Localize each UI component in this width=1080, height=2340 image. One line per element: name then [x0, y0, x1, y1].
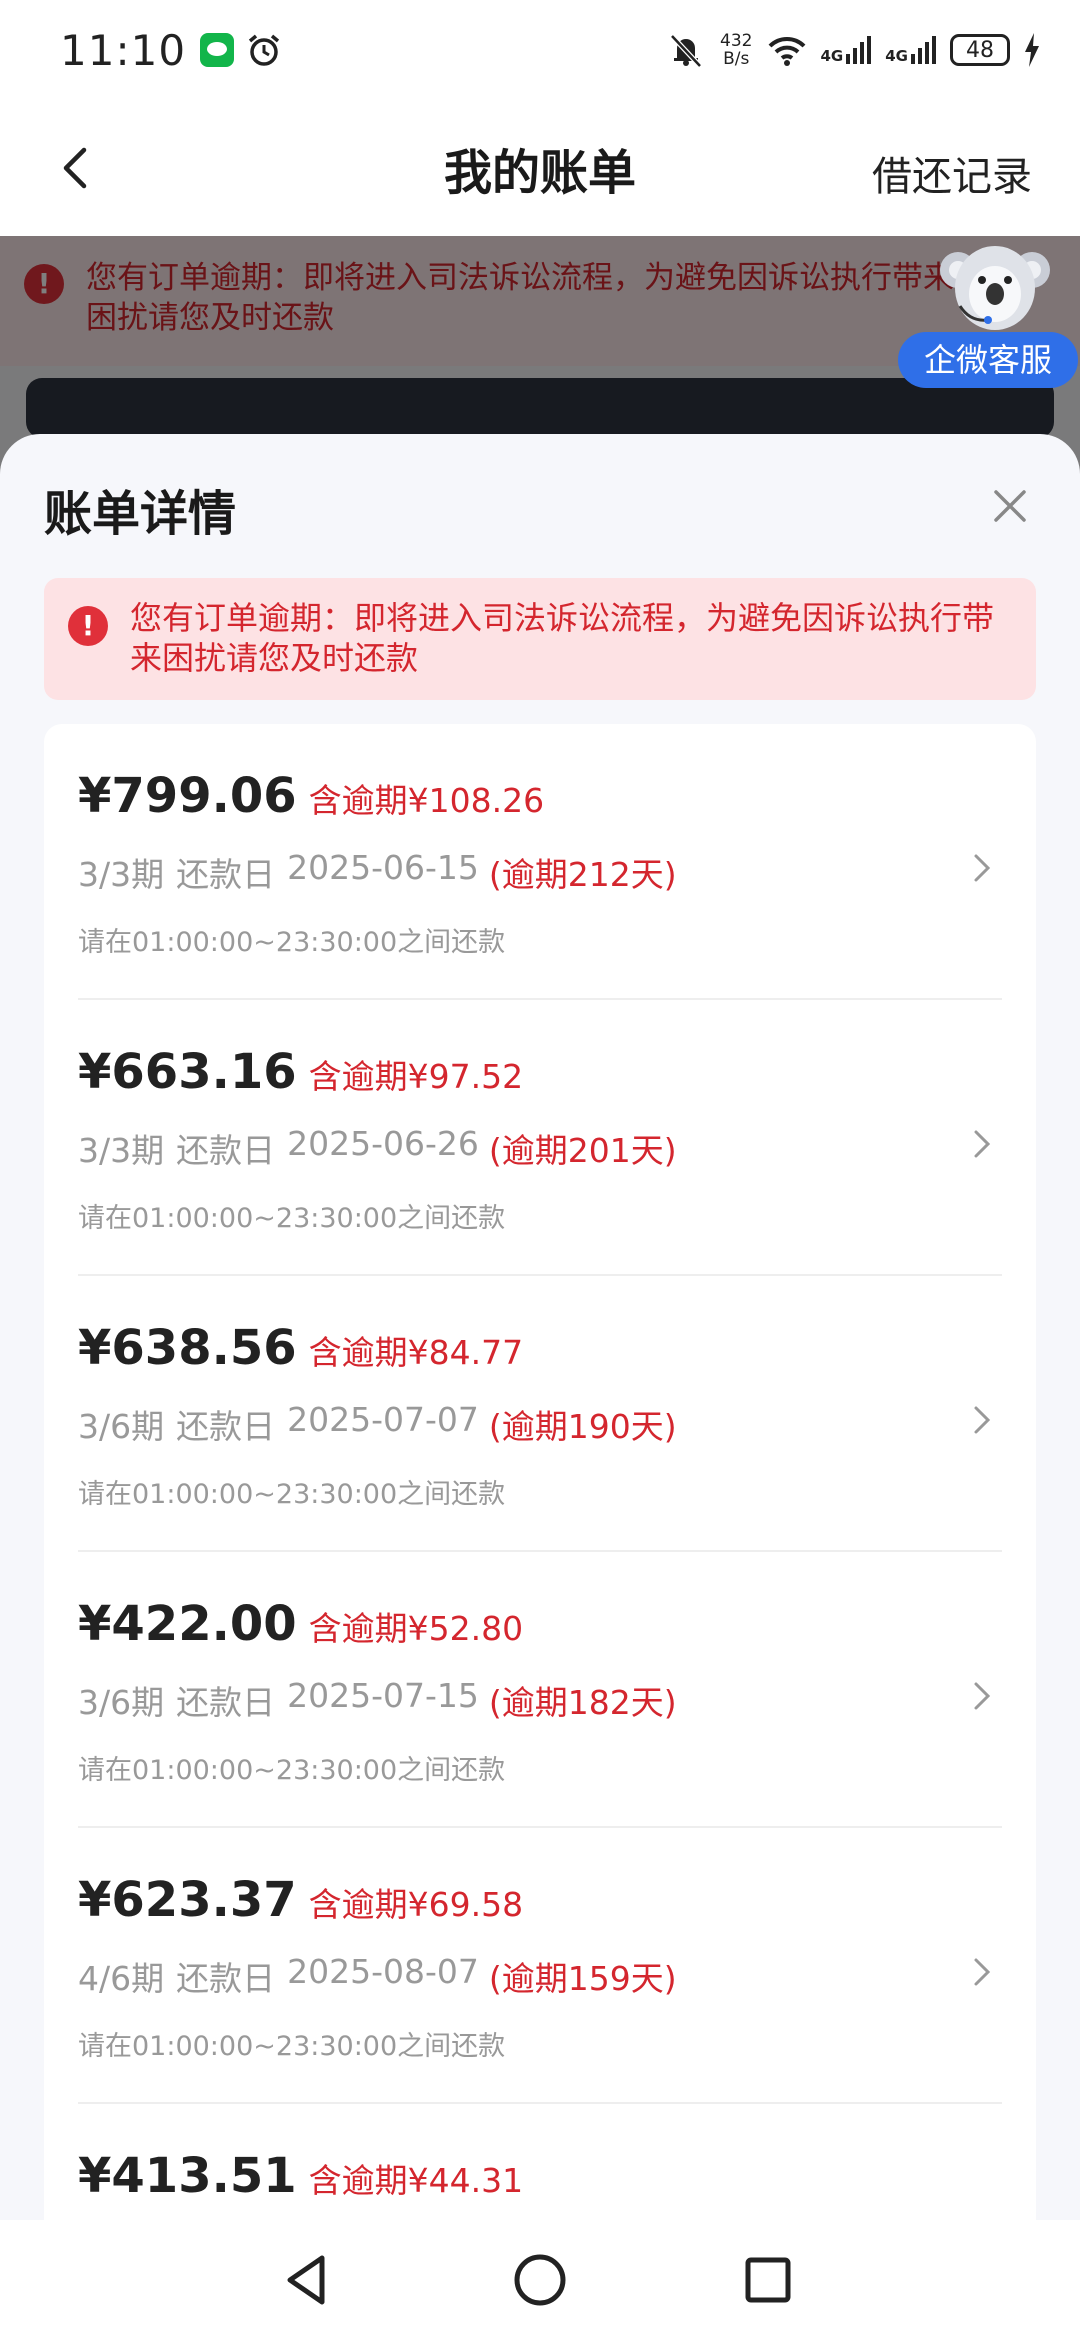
customer-service-widget[interactable]: 企微客服 — [898, 236, 1080, 392]
signal-4g-1: 4G — [821, 36, 872, 64]
repay-time-hint: 请在01:00:00~23:30:00之间还款 — [78, 1479, 506, 1510]
bill-details-sheet: 账单详情 ! 您有订单逾期：即将进入司法诉讼流程，为避免因诉讼执行带来困扰请您及… — [0, 434, 1080, 2220]
bill-row[interactable]: ¥638.56 含逾期¥84.77 3/6期 还款日 2025-07-07 (逾… — [78, 1276, 1002, 1552]
bill-amount: ¥799.06 — [78, 768, 297, 824]
net-type-2: 4G — [885, 47, 908, 65]
due-date: 2025-06-15 — [287, 848, 479, 887]
bill-row[interactable]: ¥663.16 含逾期¥97.52 3/3期 还款日 2025-06-26 (逾… — [78, 1000, 1002, 1276]
due-label: 还款日 — [176, 855, 276, 894]
overdue-days: (逾期201天) — [488, 1131, 677, 1170]
chevron-right-icon[interactable] — [968, 1676, 996, 1716]
bill-amount-line: ¥422.00 含逾期¥52.80 — [78, 1596, 523, 1652]
bill-row[interactable]: ¥422.00 含逾期¥52.80 3/6期 还款日 2025-07-15 (逾… — [78, 1552, 1002, 1828]
battery-icon: 48 — [950, 34, 1010, 66]
wifi-icon — [768, 36, 805, 66]
warning-icon: ! — [68, 606, 108, 646]
chevron-right-icon[interactable] — [968, 1124, 996, 1164]
net-type-1: 4G — [820, 47, 844, 65]
bill-info: 3/6期 还款日 2025-07-15 (逾期182天) — [78, 1676, 677, 1724]
system-navigation-bar — [0, 2220, 1080, 2340]
due-date: 2025-07-07 — [287, 1400, 479, 1439]
bill-row[interactable]: ¥413.51 含逾期¥44.31 — [78, 2104, 1002, 2220]
due-label: 还款日 — [176, 1131, 276, 1170]
bill-period: 3/6期 — [78, 1683, 165, 1722]
recents-square-icon[interactable] — [736, 2248, 800, 2312]
due-date: 2025-07-15 — [287, 1676, 479, 1715]
bill-period: 4/6期 — [78, 1959, 165, 1998]
due-label: 还款日 — [176, 1683, 276, 1722]
overdue-amount: 含逾期¥97.52 — [308, 1057, 524, 1096]
due-label: 还款日 — [176, 1407, 276, 1446]
bill-amount: ¥422.00 — [78, 1596, 297, 1652]
overdue-amount: 含逾期¥69.58 — [308, 1885, 524, 1924]
loan-history-link[interactable]: 借还记录 — [872, 144, 1032, 202]
status-bar: 11:10 432 B/s 4G 4G 48 — [0, 0, 1080, 100]
overdue-alert-text: 您有订单逾期：即将进入司法诉讼流程，为避免因诉讼执行带来困扰请您及时还款 — [130, 599, 995, 677]
bill-amount-line: ¥799.06 含逾期¥108.26 — [78, 768, 544, 824]
sheet-title: 账单详情 — [44, 486, 237, 542]
bill-amount-line: ¥638.56 含逾期¥84.77 — [78, 1320, 523, 1376]
chevron-right-icon[interactable] — [968, 1400, 996, 1440]
enterprise-wechat-service-button[interactable]: 企微客服 — [898, 332, 1078, 388]
bill-amount: ¥623.37 — [78, 1872, 297, 1928]
overdue-days: (逾期190天) — [488, 1407, 677, 1446]
net-speed: 432 B/s — [720, 32, 752, 68]
overdue-days: (逾期212天) — [488, 855, 677, 894]
overdue-days: (逾期159天) — [488, 1959, 677, 1998]
bill-info: 4/6期 还款日 2025-08-07 (逾期159天) — [78, 1952, 677, 2000]
home-circle-icon[interactable] — [508, 2248, 572, 2312]
back-triangle-icon[interactable] — [276, 2248, 340, 2312]
bill-row[interactable]: ¥623.37 含逾期¥69.58 4/6期 还款日 2025-08-07 (逾… — [78, 1828, 1002, 2104]
status-icons: 432 B/s 4G 4G 48 — [666, 32, 1040, 68]
nav-bar: 我的账单 借还记录 — [0, 100, 1080, 236]
signal-4g-2: 4G — [885, 36, 936, 64]
bill-amount-line: ¥663.16 含逾期¥97.52 — [78, 1044, 523, 1100]
alarm-icon — [248, 34, 280, 66]
bell-muted-icon — [670, 34, 702, 68]
chevron-right-icon[interactable] — [968, 1952, 996, 1992]
overdue-amount: 含逾期¥108.26 — [308, 781, 545, 820]
net-speed-value: 432 — [720, 31, 753, 51]
close-icon[interactable] — [990, 486, 1030, 526]
bill-row[interactable]: ¥799.06 含逾期¥108.26 3/3期 还款日 2025-06-15 (… — [78, 724, 1002, 1000]
bill-amount: ¥638.56 — [78, 1320, 297, 1376]
status-time: 11:10 — [60, 25, 187, 75]
chevron-right-icon[interactable] — [968, 848, 996, 888]
bill-info: 3/3期 还款日 2025-06-15 (逾期212天) — [78, 848, 677, 896]
due-date: 2025-08-07 — [287, 1952, 479, 1991]
bill-info: 3/3期 还款日 2025-06-26 (逾期201天) — [78, 1124, 677, 1172]
bill-amount: ¥413.51 — [78, 2148, 297, 2204]
charging-icon — [1025, 33, 1039, 67]
repay-time-hint: 请在01:00:00~23:30:00之间还款 — [78, 927, 506, 958]
overdue-amount: 含逾期¥84.77 — [308, 1333, 524, 1372]
repay-time-hint: 请在01:00:00~23:30:00之间还款 — [78, 2031, 506, 2062]
repay-time-hint: 请在01:00:00~23:30:00之间还款 — [78, 1203, 506, 1234]
bill-amount: ¥663.16 — [78, 1044, 297, 1100]
overdue-alert: ! 您有订单逾期：即将进入司法诉讼流程，为避免因诉讼执行带来困扰请您及时还款 — [44, 578, 1036, 700]
wechat-notification-icon — [200, 33, 235, 67]
overdue-amount: 含逾期¥52.80 — [308, 1609, 524, 1648]
bill-period: 3/6期 — [78, 1407, 165, 1446]
net-speed-unit: B/s — [723, 49, 750, 69]
bill-amount-line: ¥413.51 含逾期¥44.31 — [78, 2148, 523, 2204]
bill-amount-line: ¥623.37 含逾期¥69.58 — [78, 1872, 523, 1928]
bill-info: 3/6期 还款日 2025-07-07 (逾期190天) — [78, 1400, 677, 1448]
due-label: 还款日 — [176, 1959, 276, 1998]
page-title: 我的账单 — [443, 145, 636, 201]
bill-period: 3/3期 — [78, 855, 165, 894]
koala-mascot-icon — [940, 246, 1050, 330]
due-date: 2025-06-26 — [287, 1124, 479, 1163]
overdue-amount: 含逾期¥44.31 — [308, 2161, 524, 2200]
repay-time-hint: 请在01:00:00~23:30:00之间还款 — [78, 1755, 506, 1786]
overdue-days: (逾期182天) — [488, 1683, 677, 1722]
bill-period: 3/3期 — [78, 1131, 165, 1170]
back-arrow-icon[interactable] — [52, 144, 100, 192]
bill-list: ¥799.06 含逾期¥108.26 3/3期 还款日 2025-06-15 (… — [44, 724, 1036, 2220]
